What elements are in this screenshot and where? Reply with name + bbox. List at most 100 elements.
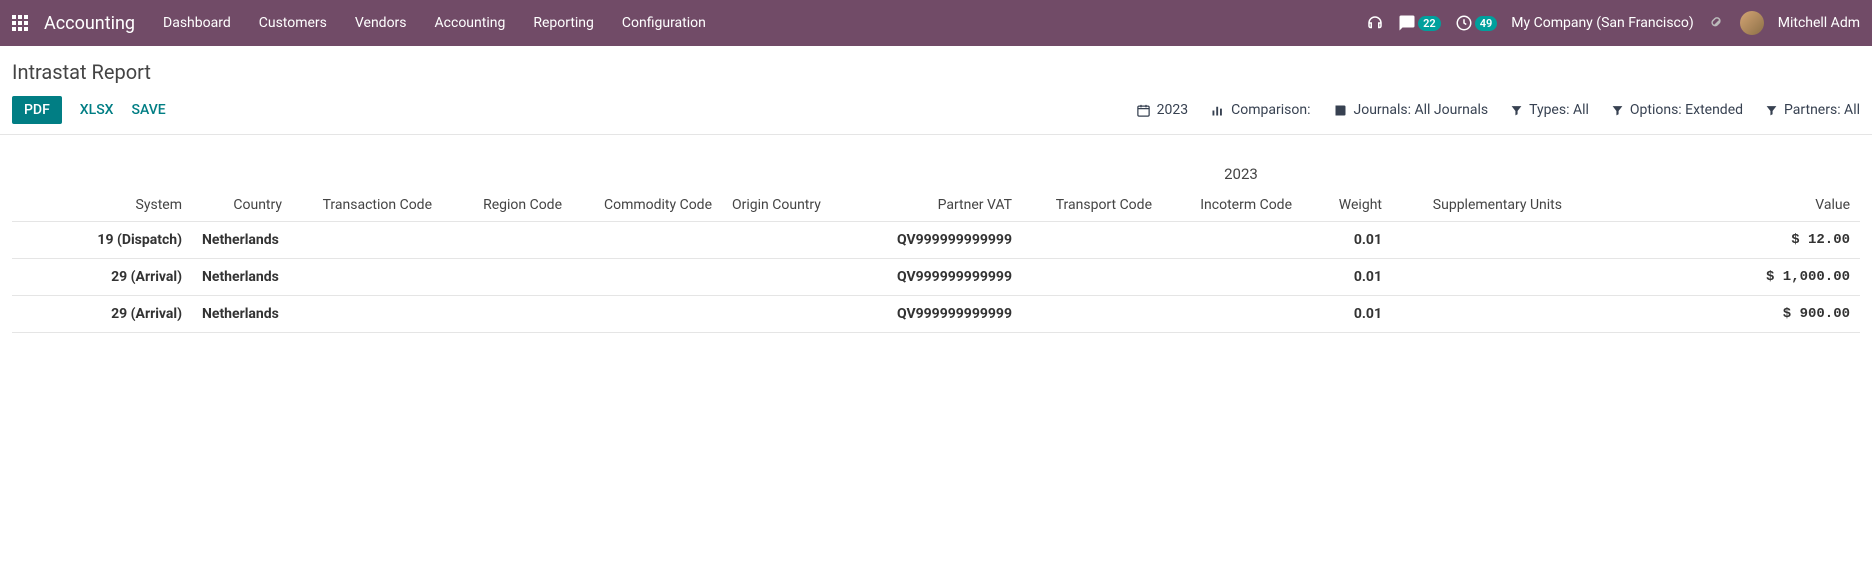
cell-commodity_code (572, 222, 722, 259)
pdf-button[interactable]: PDF (12, 96, 62, 124)
cell-partner_vat: QV999999999999 (852, 259, 1022, 296)
messages-badge: 22 (1418, 16, 1441, 31)
journals-filter[interactable]: Journals: All Journals (1333, 102, 1489, 118)
types-filter-label: Types: All (1529, 102, 1589, 118)
cell-country: Netherlands (192, 259, 292, 296)
table-header-row: System Country Transaction Code Region C… (12, 191, 1860, 222)
bar-chart-icon (1210, 103, 1225, 118)
table-row[interactable]: 29 (Arrival)Netherlands QV999999999999 0.0… (12, 259, 1860, 296)
activities-badge: 49 (1475, 16, 1498, 31)
cell-transport_code (1022, 222, 1162, 259)
save-button[interactable]: SAVE (132, 102, 166, 118)
cell-region_code (442, 222, 572, 259)
cell-value: $ 900.00 (1572, 296, 1860, 333)
col-weight: Weight (1302, 191, 1392, 222)
journals-filter-label: Journals: All Journals (1354, 102, 1489, 118)
partners-filter-label: Partners: All (1784, 102, 1860, 118)
filter-icon (1611, 104, 1624, 117)
debug-icon[interactable] (1708, 14, 1726, 32)
cell-supplementary_units (1392, 222, 1572, 259)
cell-commodity_code (572, 296, 722, 333)
col-system: System (12, 191, 192, 222)
page-title: Intrastat Report (12, 60, 1860, 84)
toolbar-right: 2023 Comparison: Journals: All Journals … (1136, 102, 1860, 118)
report-table: System Country Transaction Code Region C… (12, 191, 1860, 333)
cell-weight: 0.01 (1302, 222, 1392, 259)
topbar: Accounting Dashboard Customers Vendors A… (0, 0, 1872, 46)
cell-system: 19 (Dispatch) (12, 222, 192, 259)
cell-incoterm_code (1162, 222, 1302, 259)
nav-accounting[interactable]: Accounting (435, 15, 506, 31)
nav-configuration[interactable]: Configuration (622, 15, 706, 31)
topbar-right: 22 49 My Company (San Francisco) Mitchel… (1366, 11, 1860, 35)
cell-supplementary_units (1392, 259, 1572, 296)
col-supplementary-units: Supplementary Units (1392, 191, 1572, 222)
comparison-filter[interactable]: Comparison: (1210, 102, 1310, 118)
col-country: Country (192, 191, 292, 222)
table-row[interactable]: 19 (Dispatch)Netherlands QV999999999999 0.… (12, 222, 1860, 259)
calendar-icon (1136, 103, 1151, 118)
xlsx-button[interactable]: XLSX (80, 102, 114, 118)
cell-value: $ 1,000.00 (1572, 259, 1860, 296)
cell-transaction_code (292, 259, 442, 296)
col-region-code: Region Code (442, 191, 572, 222)
nav-reporting[interactable]: Reporting (533, 15, 594, 31)
toolbar: PDF XLSX SAVE 2023 Comparison: Journals:… (0, 96, 1872, 135)
cell-incoterm_code (1162, 259, 1302, 296)
col-commodity-code: Commodity Code (572, 191, 722, 222)
support-icon[interactable] (1366, 14, 1384, 32)
cell-system: 29 (Arrival) (12, 296, 192, 333)
cell-region_code (442, 296, 572, 333)
filter-icon (1510, 104, 1523, 117)
cell-transport_code (1022, 259, 1162, 296)
nav-customers[interactable]: Customers (259, 15, 327, 31)
comparison-filter-label: Comparison: (1231, 102, 1310, 118)
col-origin-country: Origin Country (722, 191, 852, 222)
options-filter[interactable]: Options: Extended (1611, 102, 1743, 118)
cell-weight: 0.01 (1302, 296, 1392, 333)
page-header: Intrastat Report (0, 46, 1872, 84)
col-incoterm-code: Incoterm Code (1162, 191, 1302, 222)
col-value: Value (1572, 191, 1860, 222)
cell-transaction_code (292, 296, 442, 333)
options-filter-label: Options: Extended (1630, 102, 1743, 118)
cell-value: $ 12.00 (1572, 222, 1860, 259)
cell-system: 29 (Arrival) (12, 259, 192, 296)
activities-button[interactable]: 49 (1455, 14, 1498, 32)
cell-weight: 0.01 (1302, 259, 1392, 296)
cell-region_code (442, 259, 572, 296)
col-transport-code: Transport Code (1022, 191, 1162, 222)
cell-incoterm_code (1162, 296, 1302, 333)
cell-partner_vat: QV999999999999 (852, 222, 1022, 259)
toolbar-left: PDF XLSX SAVE (12, 96, 166, 124)
date-filter-label: 2023 (1157, 102, 1188, 118)
top-nav: Dashboard Customers Vendors Accounting R… (163, 15, 706, 31)
cell-transaction_code (292, 222, 442, 259)
cell-commodity_code (572, 259, 722, 296)
cell-supplementary_units (1392, 296, 1572, 333)
messages-button[interactable]: 22 (1398, 14, 1441, 32)
apps-icon[interactable] (12, 15, 28, 31)
cell-origin_country (722, 296, 852, 333)
cell-partner_vat: QV999999999999 (852, 296, 1022, 333)
cell-origin_country (722, 259, 852, 296)
date-filter[interactable]: 2023 (1136, 102, 1188, 118)
user-menu[interactable]: Mitchell Adm (1778, 15, 1860, 31)
avatar[interactable] (1740, 11, 1764, 35)
col-transaction-code: Transaction Code (292, 191, 442, 222)
report-body: 2023 System Country Transaction Code Reg… (0, 135, 1872, 345)
types-filter[interactable]: Types: All (1510, 102, 1589, 118)
nav-dashboard[interactable]: Dashboard (163, 15, 231, 31)
cell-country: Netherlands (192, 222, 292, 259)
company-switcher[interactable]: My Company (San Francisco) (1511, 15, 1693, 31)
col-partner-vat: Partner VAT (852, 191, 1022, 222)
nav-vendors[interactable]: Vendors (355, 15, 407, 31)
cell-transport_code (1022, 296, 1162, 333)
cell-country: Netherlands (192, 296, 292, 333)
filter-icon (1765, 104, 1778, 117)
table-row[interactable]: 29 (Arrival)Netherlands QV999999999999 0.0… (12, 296, 1860, 333)
app-title[interactable]: Accounting (44, 13, 135, 34)
cell-origin_country (722, 222, 852, 259)
year-header: 2023 (12, 165, 1860, 183)
partners-filter[interactable]: Partners: All (1765, 102, 1860, 118)
